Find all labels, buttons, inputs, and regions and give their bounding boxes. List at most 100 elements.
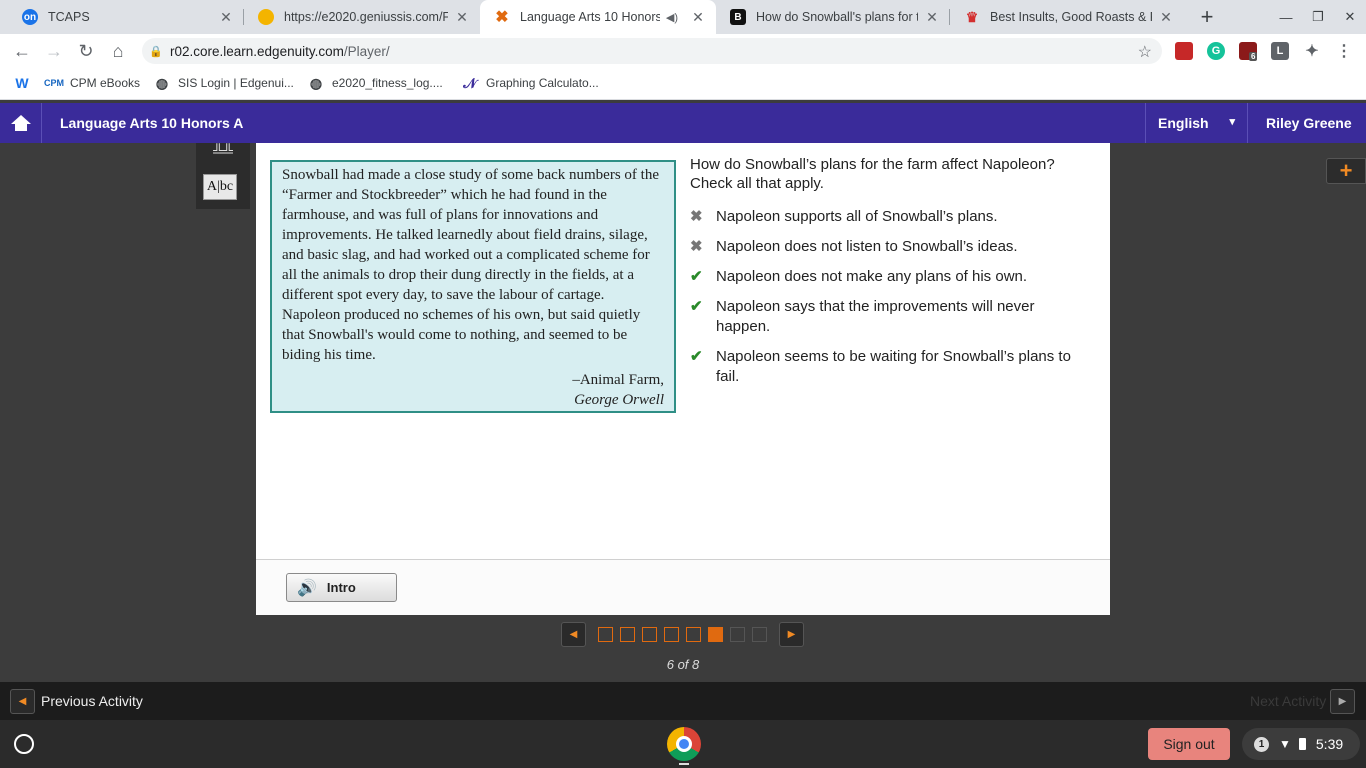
language-select[interactable]: English ▾ [1145,103,1248,143]
answer-text: Napoleon says that the improvements will… [716,298,1035,335]
expand-plus-button[interactable]: + [1326,158,1366,184]
status-tray[interactable]: 1 ▼ 5:39 [1242,728,1360,760]
page-indicator-4[interactable] [664,627,679,642]
close-window-button[interactable]: ✕ [1334,0,1366,34]
address-bar[interactable]: 🔒 r02.core.learn.edgenuity.com/Player/ ☆ [142,38,1162,64]
close-tab-icon[interactable]: ✕ [454,9,470,25]
tab-strip: on TCAPS ✕ https://e2020.geniussis.com/F… [0,0,1366,34]
audio-playing-icon[interactable]: ◀) [666,9,678,25]
extension-shield-icon[interactable]: 6 [1239,42,1258,61]
tab-title: Language Arts 10 Honors A [520,10,660,24]
home-button[interactable] [0,103,42,143]
answer-option[interactable]: ✖ Napoleon does not listen to Snowball’s… [690,237,1090,257]
os-shelf: Sign out 1 ▼ 5:39 [0,720,1366,768]
extension-book-icon[interactable] [1175,42,1193,60]
answer-text: Napoleon does not listen to Snowball’s i… [716,238,1018,255]
tab-title: https://e2020.geniussis.com/F [284,10,448,24]
answer-option[interactable]: ✖ Napoleon supports all of Snowball’s pl… [690,207,1090,227]
bookmark-sis-login[interactable]: ◍ SIS Login | Edgenui... [154,75,294,91]
menu-kebab-icon[interactable]: ⋮ [1335,42,1353,60]
app-header: Language Arts 10 Honors A English ▾ Rile… [0,103,1366,143]
user-name[interactable]: Riley Greene [1266,115,1352,131]
answer-option[interactable]: ✔ Napoleon seems to be waiting for Snowb… [690,347,1090,387]
browser-tab-snowball-question[interactable]: B How do Snowball's plans for the ✕ [716,0,950,34]
bookmark-graphing-calculator[interactable]: 𝒩 Graphing Calculato... [462,75,598,91]
language-value: English [1158,115,1209,131]
bookmark-fitness-log[interactable]: ◍ e2020_fitness_log.... [308,75,443,91]
reload-button[interactable]: ↻ [72,37,100,65]
back-button[interactable]: ← [8,37,36,65]
next-activity-button[interactable]: Next Activity [1250,693,1326,709]
page-indicator-7[interactable] [730,627,745,642]
previous-page-button[interactable]: ◀ [561,622,586,647]
bookmark-label: SIS Login | Edgenui... [178,76,294,90]
close-tab-icon[interactable]: ✕ [924,9,940,25]
home-button[interactable]: ⌂ [104,37,132,65]
grammarly-icon[interactable]: G [1207,42,1225,60]
close-tab-icon[interactable]: ✕ [218,9,234,25]
page-indicator-2[interactable] [620,627,635,642]
answer-text: Napoleon does not make any plans of his … [716,268,1028,285]
globe-icon: ◍ [309,74,323,91]
extension-badge: 6 [1249,52,1258,61]
next-page-button[interactable]: ▶ [779,622,804,647]
lightbulb-favicon-icon [258,9,274,25]
dictionary-book-icon[interactable]: A|bc [203,174,237,200]
correct-check-icon: ✔ [690,268,703,285]
page-indicator-5[interactable] [686,627,701,642]
activity-player: Snowball had made a close study of some … [256,143,1110,615]
side-tools: ╩╩ A|bc [196,143,250,209]
cpm-logo-icon: CPM [44,78,64,88]
tool-icon[interactable]: ╩╩ [210,143,236,159]
page-indicator-6[interactable] [708,627,723,642]
extension-l-icon[interactable]: L [1271,42,1289,60]
question-prompt: How do Snowball’s plans for the farm aff… [690,156,1055,192]
bookmark-star-icon[interactable]: ☆ [1138,42,1152,62]
citation-source: –Animal Farm, [572,372,664,388]
passage-text: Snowball had made a close study of some … [282,167,659,363]
browser-tab-insults[interactable]: ♛ Best Insults, Good Roasts & Fun ✕ [950,0,1184,34]
bookmarks-bar: W CPM CPM eBooks ◍ SIS Login | Edgenui..… [0,68,1366,100]
browser-tab-tcaps[interactable]: on TCAPS ✕ [8,0,244,34]
bookmark-wixie[interactable]: W [14,75,38,91]
url-domain: r02.core.learn.edgenuity.com [170,43,344,59]
chevron-down-icon: ▾ [1229,116,1235,128]
restore-button[interactable]: ❐ [1302,0,1334,34]
previous-activity-button[interactable]: Previous Activity [41,693,143,709]
url-path: /Player/ [343,43,390,59]
forward-button[interactable]: → [40,37,68,65]
chrome-icon[interactable] [667,727,701,761]
globe-icon: ◍ [155,74,169,91]
bookmark-cpm-ebooks[interactable]: CPM CPM eBooks [44,75,140,91]
intro-audio-button[interactable]: 🔊 Intro [286,573,397,602]
edgenuity-favicon-icon: ✖ [495,9,509,26]
page-indicator-3[interactable] [642,627,657,642]
incorrect-x-icon: ✖ [690,238,703,255]
answer-option[interactable]: ✔ Napoleon says that the improvements wi… [690,297,1090,337]
tab-title: How do Snowball's plans for the [756,10,918,24]
w-logo-icon: W [15,75,29,91]
sign-out-button[interactable]: Sign out [1148,728,1230,760]
next-activity-arrow-icon[interactable]: ▶ [1330,689,1355,714]
correct-check-icon: ✔ [690,348,703,365]
tcaps-favicon-icon: on [22,9,38,25]
tab-title: Best Insults, Good Roasts & Fun [990,10,1152,24]
new-tab-button[interactable]: + [1194,4,1220,30]
browser-tab-language-arts[interactable]: ✖ Language Arts 10 Honors A ◀) ✕ [480,0,716,34]
answer-text: Napoleon supports all of Snowball’s plan… [716,208,998,225]
previous-activity-arrow-icon[interactable]: ◀ [10,689,35,714]
close-tab-icon[interactable]: ✕ [690,9,706,25]
extensions-puzzle-icon[interactable]: ✦ [1303,42,1321,60]
battery-icon [1298,738,1306,750]
reading-passage: Snowball had made a close study of some … [270,160,676,413]
page-indicator-1[interactable] [598,627,613,642]
lock-icon[interactable]: 🔒 [142,45,170,58]
page-indicator-8[interactable] [752,627,767,642]
browser-tab-geniussis[interactable]: https://e2020.geniussis.com/F ✕ [244,0,480,34]
speaker-icon: 🔊 [297,579,317,597]
launcher-icon[interactable] [14,734,34,754]
incorrect-x-icon: ✖ [690,208,703,225]
close-tab-icon[interactable]: ✕ [1158,9,1174,25]
answer-option[interactable]: ✔ Napoleon does not make any plans of hi… [690,267,1090,287]
minimize-button[interactable]: — [1270,0,1302,34]
